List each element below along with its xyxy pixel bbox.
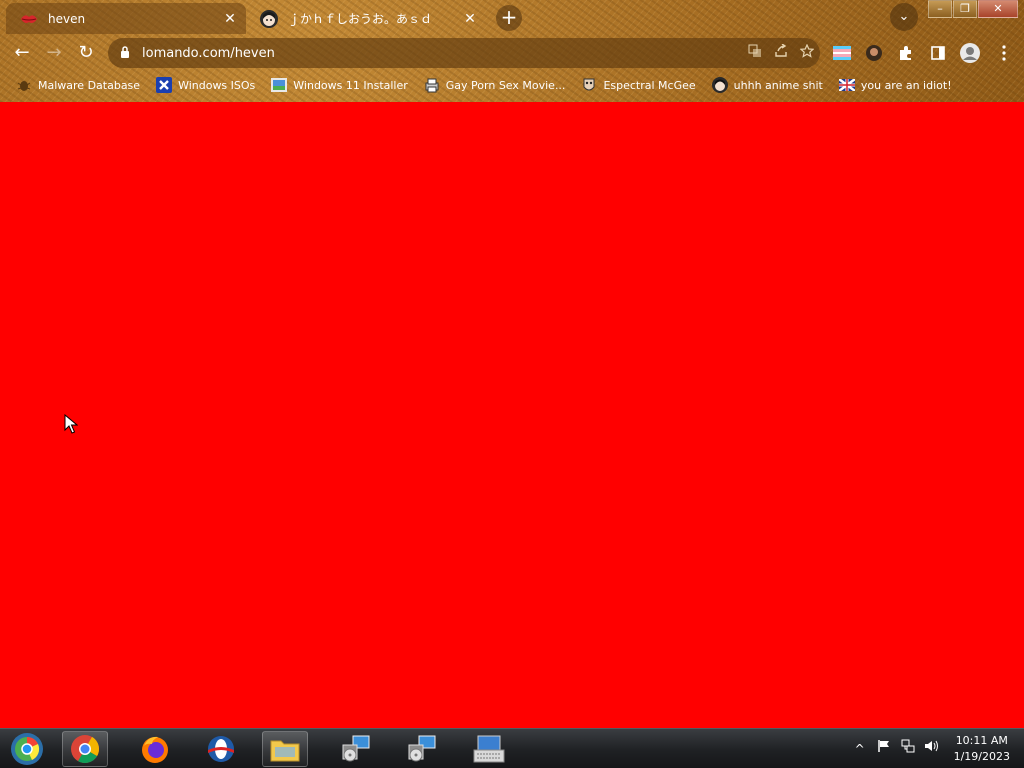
bookmark-label: Windows ISOs xyxy=(178,78,256,92)
bookmark-windows-11-installer[interactable]: Windows 11 Installer xyxy=(271,77,408,93)
back-button[interactable]: ← xyxy=(8,39,36,67)
keyboard-icon xyxy=(473,735,505,763)
side-panel-icon[interactable] xyxy=(926,41,950,65)
translate-icon[interactable] xyxy=(742,44,768,62)
bookmark-windows-isos[interactable]: Windows ISOs xyxy=(156,77,255,93)
bookmark-you-are-an-idiot[interactable]: you are an idiot! xyxy=(838,77,952,93)
bookmark-malware-database[interactable]: Malware Database xyxy=(16,77,140,93)
flag-icon xyxy=(838,77,855,93)
opera-icon xyxy=(208,736,234,762)
browser-chrome: heven ✕ ｊかｈｆしおうお。あｓｄ ✕ + ⌄ – ❐ ✕ ← → ↻ l… xyxy=(0,0,1024,102)
installer-icon xyxy=(342,735,370,762)
profile-icon[interactable] xyxy=(958,41,982,65)
toolbar: ← → ↻ lomando.com/heven xyxy=(0,36,1024,70)
clock[interactable]: 10:11 AM 1/19/2023 xyxy=(954,733,1010,765)
bookmark-label: Malware Database xyxy=(38,78,141,92)
taskbar: ^ 10:11 AM 1/19/2023 xyxy=(0,728,1024,768)
bookmarks-bar: Malware Database Windows ISOs Windows 11… xyxy=(0,72,1024,98)
bookmark-star-icon[interactable] xyxy=(794,43,820,62)
lips-icon xyxy=(20,10,38,28)
taskbar-chrome[interactable] xyxy=(62,731,108,767)
extensions-puzzle-icon[interactable] xyxy=(894,41,918,65)
tab-title: ｊかｈｆしおうお。あｓｄ xyxy=(288,12,433,26)
new-tab-button[interactable]: + xyxy=(496,5,522,31)
start-button[interactable] xyxy=(4,731,50,767)
x-logo-icon xyxy=(156,77,173,93)
anime-face-icon xyxy=(711,77,728,93)
taskbar-firefox[interactable] xyxy=(132,731,178,767)
bookmark-label: you are an idiot! xyxy=(860,78,952,92)
taskbar-on-screen-keyboard[interactable] xyxy=(466,731,512,767)
tab-heven[interactable]: heven ✕ xyxy=(6,3,246,34)
windows-orb-icon xyxy=(11,733,43,765)
taskbar-file-explorer[interactable] xyxy=(262,731,308,767)
folder-icon xyxy=(270,740,300,762)
network-icon[interactable] xyxy=(898,739,918,759)
mask-icon xyxy=(581,77,597,93)
reload-button[interactable]: ↻ xyxy=(72,39,100,67)
close-window-button[interactable]: ✕ xyxy=(978,0,1018,18)
bookmark-label: Gay Porn Sex Movie... xyxy=(445,78,566,92)
bookmark-label: Windows 11 Installer xyxy=(293,78,408,92)
installer-icon xyxy=(408,735,436,762)
address-bar[interactable]: lomando.com/heven xyxy=(108,38,820,68)
restore-button[interactable]: ❐ xyxy=(953,0,977,18)
system-tray: ^ 10:11 AM 1/19/2023 xyxy=(850,729,1024,768)
bookmark-label: Espectral McGee xyxy=(603,78,696,92)
tab-search-button[interactable]: ⌄ xyxy=(890,3,918,31)
bookmark-gay-porn-sex-movie[interactable]: Gay Porn Sex Movie... xyxy=(424,77,566,93)
image-icon xyxy=(271,77,288,93)
clock-time: 10:11 AM xyxy=(955,734,1008,747)
screen: heven ✕ ｊかｈｆしおうお。あｓｄ ✕ + ⌄ – ❐ ✕ ← → ↻ l… xyxy=(0,0,1024,768)
flag-extension-icon[interactable] xyxy=(830,41,854,65)
menu-kebab-icon[interactable] xyxy=(992,41,1016,65)
taskbar-opera[interactable] xyxy=(198,731,244,767)
clock-date: 1/19/2023 xyxy=(953,750,1010,763)
minimize-button[interactable]: – xyxy=(928,0,952,18)
forward-button[interactable]: → xyxy=(40,39,68,67)
taskbar-setup-2[interactable] xyxy=(398,731,444,767)
action-center-flag-icon[interactable] xyxy=(874,739,894,759)
chrome-icon xyxy=(71,735,99,763)
tab-close-icon[interactable]: ✕ xyxy=(462,11,478,27)
mouse-cursor-icon xyxy=(64,414,78,434)
show-hidden-icons-button[interactable]: ^ xyxy=(850,739,870,759)
tab-anime[interactable]: ｊかｈｆしおうお。あｓｄ ✕ xyxy=(246,3,486,34)
bookmark-label: uhhh anime shit xyxy=(733,78,823,92)
bookmark-uhhh-anime-shit[interactable]: uhhh anime shit xyxy=(711,77,823,93)
tab-title: heven xyxy=(48,11,86,26)
bookmark-espectral-mcgee[interactable]: Espectral McGee xyxy=(581,77,696,93)
taskbar-setup-1[interactable] xyxy=(332,731,378,767)
firefox-icon xyxy=(142,736,168,763)
lock-icon[interactable] xyxy=(120,45,134,61)
page-content[interactable] xyxy=(0,102,1024,728)
tab-strip: heven ✕ ｊかｈｆしおうお。あｓｄ ✕ + ⌄ – ❐ ✕ xyxy=(0,0,1024,34)
avatar-extension-icon[interactable] xyxy=(862,41,886,65)
anime-face-icon xyxy=(260,9,278,28)
share-icon[interactable] xyxy=(768,43,794,62)
tab-close-icon[interactable]: ✕ xyxy=(222,11,238,27)
url-text[interactable]: lomando.com/heven xyxy=(142,46,742,61)
bug-icon xyxy=(16,77,32,93)
volume-icon[interactable] xyxy=(922,739,942,759)
printer-icon xyxy=(424,77,440,93)
